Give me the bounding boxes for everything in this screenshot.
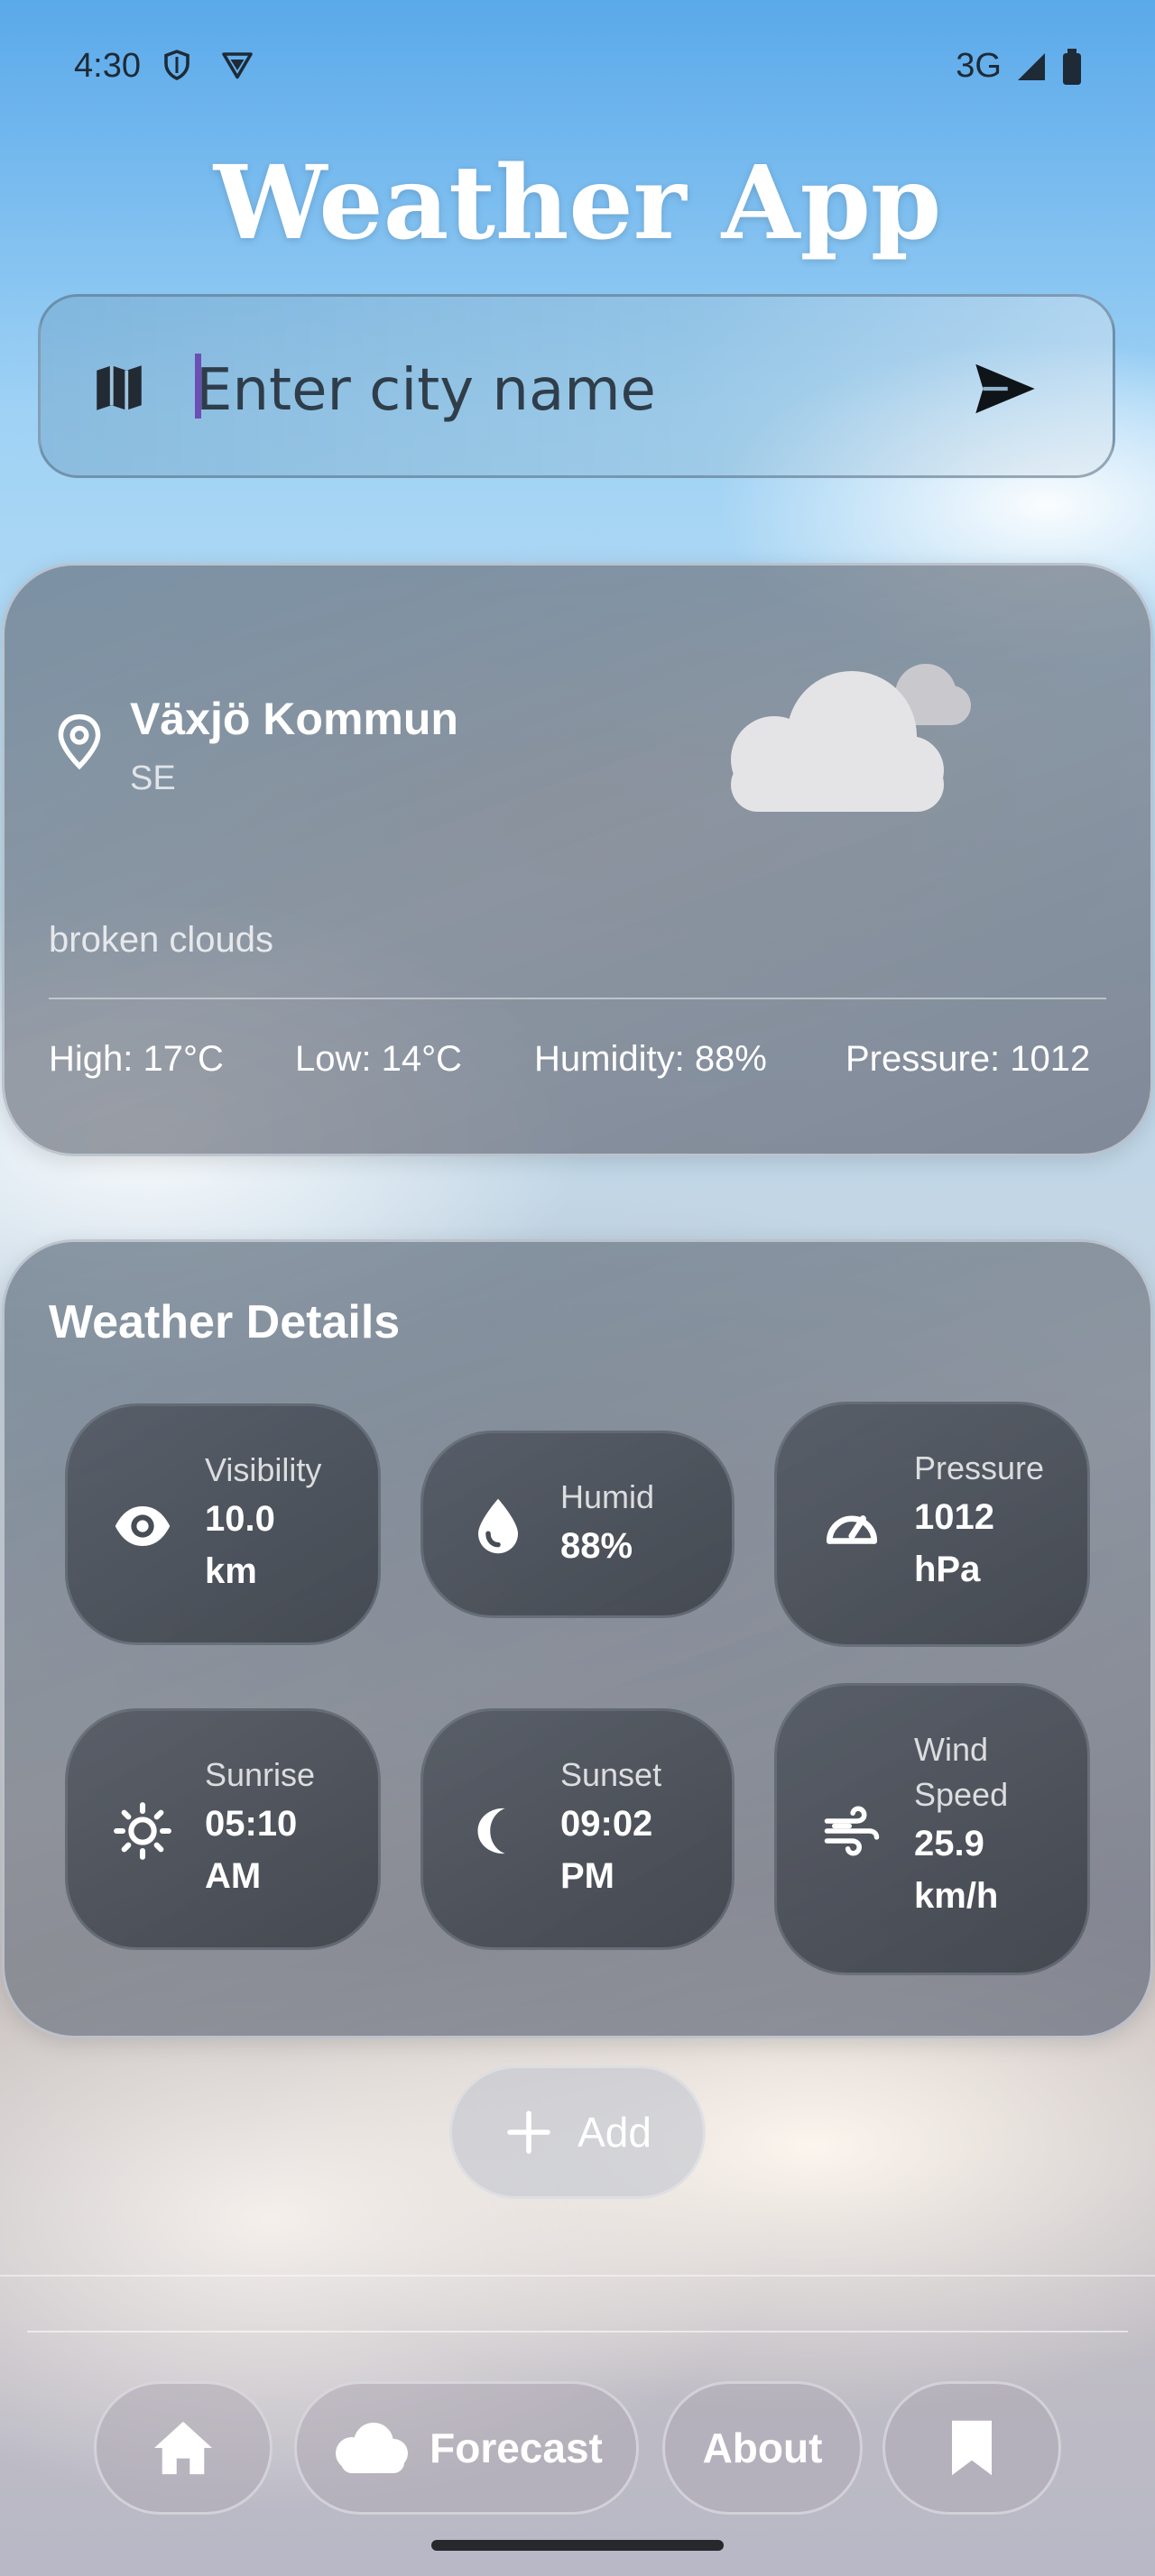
divider bbox=[27, 2331, 1128, 2332]
divider bbox=[0, 2275, 1155, 2277]
status-bar: 4:30 3G bbox=[0, 0, 1155, 135]
location-pin-icon bbox=[54, 713, 105, 770]
country-code: SE bbox=[130, 759, 176, 797]
city-name: Växjö Kommun bbox=[130, 694, 458, 744]
tile-value: 05:10 bbox=[205, 1804, 298, 1844]
app-title: Weather App bbox=[213, 144, 942, 262]
text-caret bbox=[195, 354, 201, 419]
visibility-tile: Visibility 10.0 km bbox=[65, 1403, 381, 1645]
tile-value: 09:02 bbox=[560, 1804, 653, 1844]
wind-icon bbox=[822, 1801, 882, 1861]
bookmark-icon bbox=[952, 2420, 992, 2476]
weather-description: broken clouds bbox=[49, 920, 274, 960]
nav-forecast-label: Forecast bbox=[430, 2424, 603, 2471]
battery-icon bbox=[1063, 48, 1081, 85]
tile-label-line1: Wind bbox=[914, 1731, 989, 1768]
cloud-weather-icon bbox=[718, 658, 971, 814]
status-time: 4:30 bbox=[74, 47, 141, 85]
nav-about-label: About bbox=[702, 2424, 823, 2471]
low-temp: Low: 14°C bbox=[295, 1039, 462, 1079]
nav-forecast-button[interactable]: Forecast bbox=[294, 2381, 639, 2515]
tile-value: 25.9 bbox=[914, 1824, 984, 1863]
tile-label: Humid bbox=[560, 1478, 655, 1515]
add-button-label: Add bbox=[578, 2109, 651, 2156]
nav-bookmark-button[interactable] bbox=[882, 2381, 1061, 2515]
tile-label: Sunset bbox=[560, 1756, 662, 1793]
humidity-stat: Humidity: 88% bbox=[534, 1039, 767, 1079]
sun-icon bbox=[113, 1801, 172, 1861]
send-icon[interactable] bbox=[972, 362, 1039, 416]
tile-label: Sunrise bbox=[205, 1756, 316, 1793]
add-button[interactable]: Add bbox=[449, 2065, 706, 2199]
vpn-icon bbox=[220, 49, 253, 81]
tile-value: 10.0 bbox=[205, 1499, 275, 1539]
tile-value: 88% bbox=[560, 1526, 633, 1566]
wind-speed-tile: Wind Speed 25.9 km/h bbox=[774, 1683, 1090, 1975]
humidity-tile: Humid 88% bbox=[420, 1431, 735, 1618]
plus-icon bbox=[507, 2111, 550, 2154]
pressure-tile: Pressure 1012 hPa bbox=[774, 1402, 1090, 1647]
sunrise-tile: Sunrise 05:10 AM bbox=[65, 1708, 381, 1950]
tile-value-unit: hPa bbox=[914, 1550, 981, 1589]
tile-label-line2: Speed bbox=[914, 1776, 1009, 1813]
tile-label: Visibility bbox=[205, 1451, 322, 1488]
weather-details-title: Weather Details bbox=[49, 1296, 401, 1348]
high-temp: High: 17°C bbox=[49, 1039, 224, 1079]
tile-value-unit: AM bbox=[205, 1856, 262, 1896]
pressure-stat: Pressure: 1012 bbox=[845, 1039, 1091, 1079]
moon-icon bbox=[468, 1801, 528, 1861]
eye-icon bbox=[113, 1496, 172, 1556]
tile-label: Pressure bbox=[914, 1449, 1045, 1486]
speedometer-icon bbox=[822, 1496, 882, 1556]
sunset-tile: Sunset 09:02 PM bbox=[420, 1708, 735, 1950]
home-icon bbox=[154, 2421, 212, 2475]
signal-icon bbox=[1018, 52, 1045, 80]
tile-value-unit: km/h bbox=[914, 1876, 999, 1916]
cloud-icon bbox=[336, 2423, 409, 2473]
status-right: 3G bbox=[956, 47, 1083, 86]
map-icon[interactable] bbox=[89, 358, 149, 418]
tile-value: 1012 bbox=[914, 1497, 994, 1537]
nav-about-button[interactable]: About bbox=[662, 2381, 863, 2515]
tile-value-unit: km bbox=[205, 1551, 257, 1591]
network-type: 3G bbox=[956, 47, 1002, 85]
shield-icon bbox=[161, 49, 193, 81]
tile-value-unit: PM bbox=[560, 1856, 614, 1896]
water-drop-icon bbox=[468, 1496, 528, 1556]
city-search-input[interactable] bbox=[194, 349, 974, 432]
gesture-home-bar[interactable] bbox=[431, 2540, 724, 2551]
divider bbox=[49, 998, 1106, 999]
nav-home-button[interactable] bbox=[94, 2381, 273, 2515]
